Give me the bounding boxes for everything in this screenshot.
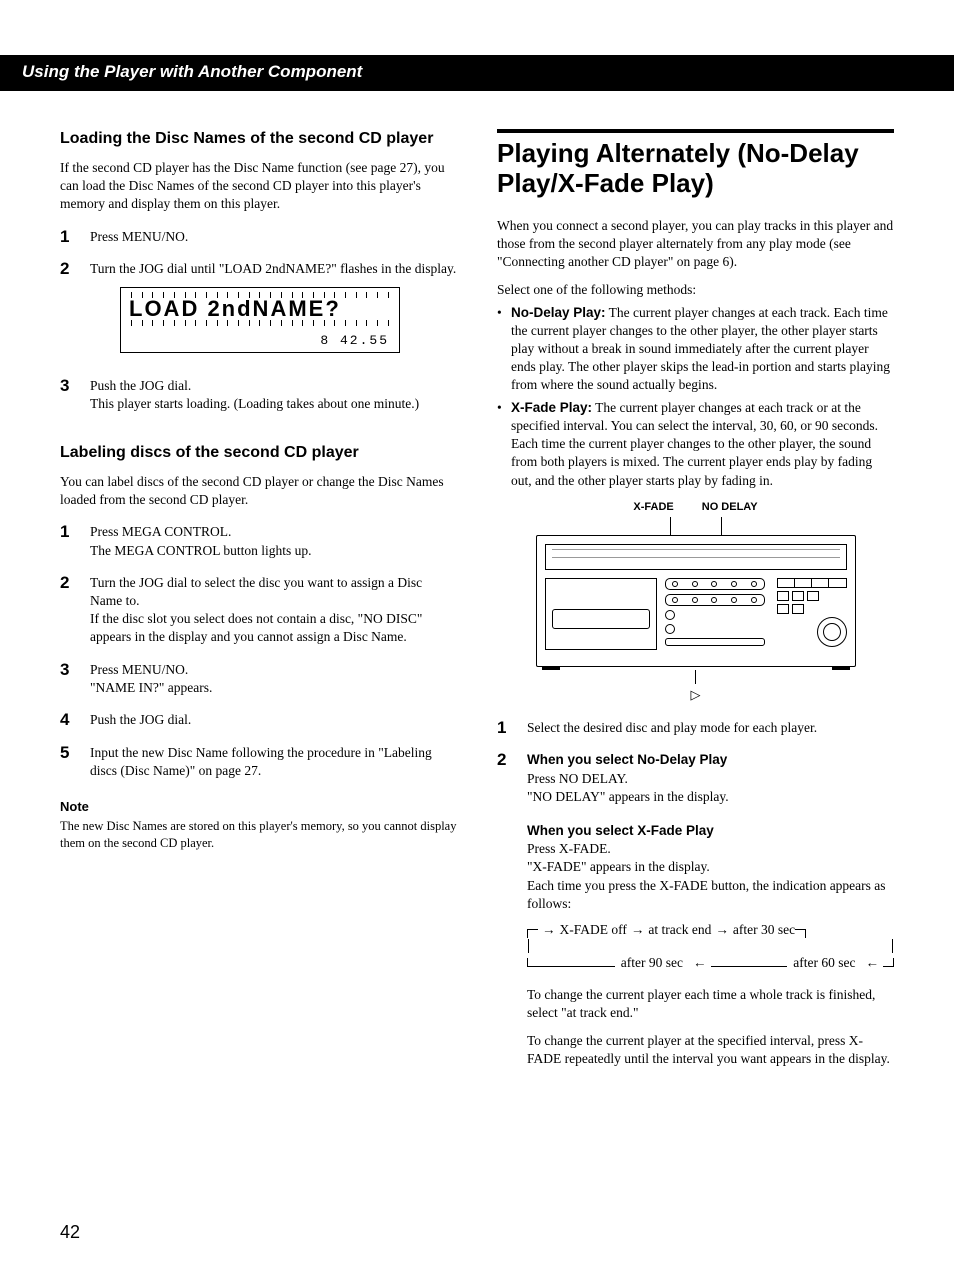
section-header-bar: Using the Player with Another Component xyxy=(0,55,954,91)
right-column: Playing Alternately (No-Delay Play/X-Fad… xyxy=(497,129,894,1092)
steps-labeling: 1 Press MEGA CONTROL. The MEGA CONTROL b… xyxy=(60,523,457,780)
lcd-display-illustration: LOAD 2ndNAME? 8 42.55 xyxy=(120,287,400,353)
arrow-icon: ← xyxy=(693,954,707,972)
step-3: 3 Push the JOG dial. This player starts … xyxy=(60,377,457,413)
bullet-label: No-Delay Play: xyxy=(511,305,606,320)
cd-player-front xyxy=(536,535,856,667)
step-number: 1 xyxy=(60,228,76,247)
step-text: To change the current player each time a… xyxy=(527,986,894,1022)
step-body: Push the JOG dial. This player starts lo… xyxy=(90,377,457,413)
sub-head: When you select No-Delay Play xyxy=(527,751,894,769)
steps-playing: 1 Select the desired disc and play mode … xyxy=(497,719,894,1079)
step-text: The MEGA CONTROL button lights up. xyxy=(90,543,312,558)
step-number: 3 xyxy=(60,661,76,697)
step-body: Press MEGA CONTROL. The MEGA CONTROL but… xyxy=(90,523,457,559)
cycle-opt: after 30 sec xyxy=(733,921,795,939)
play-icon: ▷ xyxy=(536,688,856,701)
subhead-loading: Loading the Disc Names of the second CD … xyxy=(60,129,457,149)
step-text: "NAME IN?" appears. xyxy=(90,680,212,695)
left-column: Loading the Disc Names of the second CD … xyxy=(60,129,457,1092)
cycle-opt: after 90 sec xyxy=(615,954,689,972)
arrow-icon: ← xyxy=(866,954,880,972)
intro-p2: Select one of the following methods: xyxy=(497,281,894,299)
two-column-layout: Loading the Disc Names of the second CD … xyxy=(60,129,894,1092)
display-main-text: LOAD 2ndNAME? xyxy=(129,298,391,320)
step-text: Press MENU/NO. xyxy=(90,662,188,677)
intro-p1: When you connect a second player, you ca… xyxy=(497,217,894,272)
subhead-labeling: Labeling discs of the second CD player xyxy=(60,443,457,463)
cycle-opt: X-FADE off xyxy=(560,921,627,939)
step-text: To change the current player at the spec… xyxy=(527,1032,894,1068)
step-text: "X-FADE" appears in the display. xyxy=(527,859,710,874)
step-4: 4 Push the JOG dial. xyxy=(60,711,457,730)
step-number: 2 xyxy=(60,574,76,647)
step-text: Press MEGA CONTROL. xyxy=(90,524,231,539)
step-text: Press X-FADE. xyxy=(527,841,611,856)
step-body: Press MENU/NO. xyxy=(90,228,457,247)
page-number: 42 xyxy=(60,1220,80,1244)
step-text: Press NO DELAY. xyxy=(527,771,628,786)
method-list: No-Delay Play: The current player change… xyxy=(497,304,894,490)
steps-loading: 1 Press MENU/NO. 2 Turn the JOG dial unt… xyxy=(60,228,457,413)
bullet-xfade: X-Fade Play: The current player changes … xyxy=(497,399,894,490)
device-illustration: X-FADE NO DELAY xyxy=(536,500,856,701)
arrow-icon: → xyxy=(631,921,645,939)
cycle-opt: after 60 sec xyxy=(787,954,861,972)
step-body: Push the JOG dial. xyxy=(90,711,457,730)
step-text: Push the JOG dial. xyxy=(90,378,191,393)
step-text: Turn the JOG dial to select the disc you… xyxy=(90,575,422,608)
step-2: 2 Turn the JOG dial to select the disc y… xyxy=(60,574,457,647)
step-number: 1 xyxy=(60,523,76,559)
intro-labeling: You can label discs of the second CD pla… xyxy=(60,473,457,509)
step-body: Turn the JOG dial until "LOAD 2ndNAME?" … xyxy=(90,260,457,362)
manual-page: Using the Player with Another Component … xyxy=(0,0,954,1274)
arrow-icon: → xyxy=(715,921,729,939)
step-body: Select the desired disc and play mode fo… xyxy=(527,719,894,738)
step-number: 1 xyxy=(497,719,513,738)
step-text: Turn the JOG dial until "LOAD 2ndNAME?" … xyxy=(90,261,456,276)
step-text: If the disc slot you select does not con… xyxy=(90,611,422,644)
arrow-icon: → xyxy=(542,921,556,939)
step-number: 2 xyxy=(497,751,513,1078)
step-body: Turn the JOG dial to select the disc you… xyxy=(90,574,457,647)
intro-loading: If the second CD player has the Disc Nam… xyxy=(60,159,457,214)
step-body: When you select No-Delay Play Press NO D… xyxy=(527,751,894,1078)
step-number: 2 xyxy=(60,260,76,362)
bullet-label: X-Fade Play: xyxy=(511,400,592,415)
step-1: 1 Select the desired disc and play mode … xyxy=(497,719,894,738)
step-2: 2 Turn the JOG dial until "LOAD 2ndNAME?… xyxy=(60,260,457,362)
step-3: 3 Press MENU/NO. "NAME IN?" appears. xyxy=(60,661,457,697)
major-heading: Playing Alternately (No-Delay Play/X-Fad… xyxy=(497,129,894,199)
step-1: 1 Press MENU/NO. xyxy=(60,228,457,247)
cycle-opt: at track end xyxy=(648,921,711,939)
display-sub-text: 8 42.55 xyxy=(320,332,389,350)
note-text: The new Disc Names are stored on this pl… xyxy=(60,818,457,852)
step-text: Each time you press the X-FADE button, t… xyxy=(527,878,886,911)
callout-xfade: X-FADE xyxy=(633,500,673,515)
callout-nodelay: NO DELAY xyxy=(702,500,758,515)
step-5: 5 Input the new Disc Name following the … xyxy=(60,744,457,780)
sub-head: When you select X-Fade Play xyxy=(527,822,894,840)
step-text: "NO DELAY" appears in the display. xyxy=(527,789,729,804)
tick-row xyxy=(129,320,391,328)
step-number: 4 xyxy=(60,711,76,730)
bullet-nodelay: No-Delay Play: The current player change… xyxy=(497,304,894,395)
step-2: 2 When you select No-Delay Play Press NO… xyxy=(497,751,894,1078)
step-body: Input the new Disc Name following the pr… xyxy=(90,744,457,780)
step-number: 3 xyxy=(60,377,76,413)
step-number: 5 xyxy=(60,744,76,780)
step-1: 1 Press MEGA CONTROL. The MEGA CONTROL b… xyxy=(60,523,457,559)
step-text: This player starts loading. (Loading tak… xyxy=(90,396,419,411)
xfade-cycle-diagram: → X-FADE off → at track end → after 30 s… xyxy=(527,921,894,971)
step-body: Press MENU/NO. "NAME IN?" appears. xyxy=(90,661,457,697)
note-heading: Note xyxy=(60,798,457,816)
